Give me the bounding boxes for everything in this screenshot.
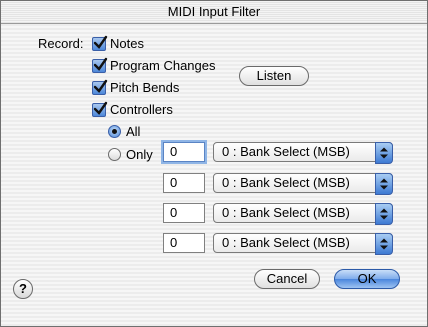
record-label: Record: <box>38 36 84 51</box>
pitch-bends-checkbox[interactable] <box>92 79 108 95</box>
controllers-label[interactable]: Controllers <box>110 102 173 117</box>
cancel-button-label: Cancel <box>266 271 308 286</box>
radio-dot-icon <box>112 129 117 134</box>
controller-popup-1[interactable]: 0 : Bank Select (MSB) <box>213 142 393 164</box>
title-bar[interactable]: MIDI Input Filter <box>1 1 427 24</box>
controller-number-value: 0 <box>170 144 178 159</box>
controller-number-field-1[interactable]: 0 <box>163 142 205 162</box>
controllers-checkbox[interactable] <box>92 101 108 117</box>
checkmark-icon <box>93 101 108 115</box>
midi-input-filter-dialog: MIDI Input Filter Record: Notes Program … <box>0 0 428 327</box>
checkmark-icon <box>93 57 108 71</box>
listen-button[interactable]: Listen <box>239 66 309 86</box>
popup-arrows-icon <box>375 233 393 255</box>
checkmark-icon <box>93 79 108 93</box>
all-radio-label[interactable]: All <box>126 124 140 139</box>
ok-button[interactable]: OK <box>334 269 400 289</box>
notes-checkbox[interactable] <box>92 35 108 51</box>
controller-popup-4[interactable]: 0 : Bank Select (MSB) <box>213 233 393 255</box>
controller-popup-value: 0 : Bank Select (MSB) <box>222 205 350 220</box>
controller-popup-3[interactable]: 0 : Bank Select (MSB) <box>213 203 393 225</box>
help-icon: ? <box>19 281 27 296</box>
all-radio[interactable] <box>108 125 121 138</box>
only-radio[interactable] <box>108 148 121 161</box>
controller-popup-value: 0 : Bank Select (MSB) <box>222 235 350 250</box>
window-title: MIDI Input Filter <box>167 4 261 19</box>
help-button[interactable]: ? <box>13 279 33 299</box>
checkmark-icon <box>93 35 108 49</box>
popup-arrows-icon <box>375 203 393 225</box>
cancel-button[interactable]: Cancel <box>254 269 320 289</box>
popup-arrows-icon <box>375 173 393 195</box>
pitch-bends-label[interactable]: Pitch Bends <box>110 80 179 95</box>
controller-number-field-4[interactable]: 0 <box>163 233 205 253</box>
controller-number-value: 0 <box>170 175 178 190</box>
controller-number-value: 0 <box>170 205 178 220</box>
controller-number-field-2[interactable]: 0 <box>163 173 205 193</box>
controller-number-value: 0 <box>170 235 178 250</box>
notes-label[interactable]: Notes <box>110 36 144 51</box>
controller-popup-value: 0 : Bank Select (MSB) <box>222 175 350 190</box>
ok-button-label: OK <box>357 271 377 286</box>
program-changes-checkbox[interactable] <box>92 57 108 73</box>
controller-number-field-3[interactable]: 0 <box>163 203 205 223</box>
controller-popup-2[interactable]: 0 : Bank Select (MSB) <box>213 173 393 195</box>
listen-button-label: Listen <box>256 68 292 83</box>
controller-popup-value: 0 : Bank Select (MSB) <box>222 144 350 159</box>
program-changes-label[interactable]: Program Changes <box>110 58 216 73</box>
popup-arrows-icon <box>375 142 393 164</box>
only-radio-label[interactable]: Only <box>126 147 153 162</box>
